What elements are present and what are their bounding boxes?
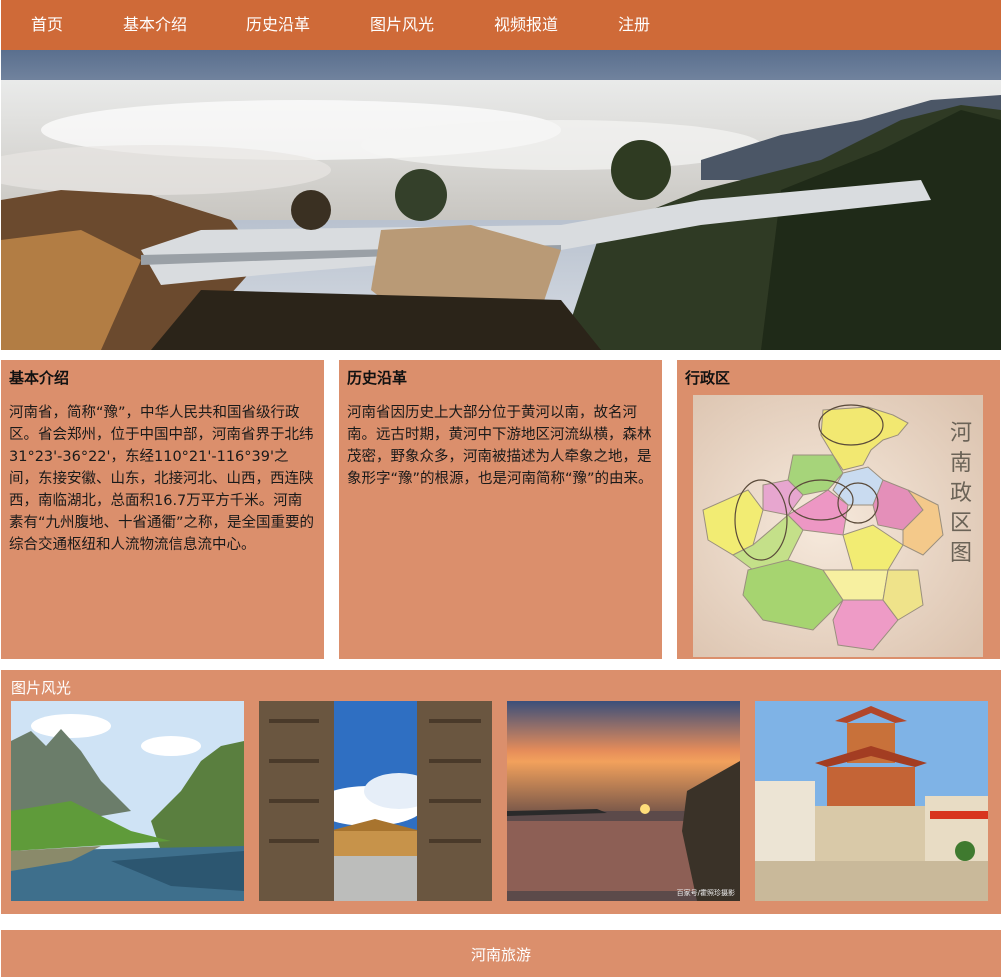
- history-panel: 历史沿革 河南省因历史上大部分位于黄河以南，故名河南。远古时期，黄河中下游地区河…: [339, 360, 662, 659]
- photo-mountain-lake[interactable]: [11, 701, 244, 901]
- nav-item-history[interactable]: 历史沿革: [246, 0, 310, 50]
- admin-title: 行政区: [685, 369, 731, 387]
- footer-text: 河南旅游: [470, 946, 531, 964]
- svg-text:河: 河: [950, 421, 972, 446]
- photo-ancient-tower[interactable]: [755, 701, 988, 901]
- svg-text:图: 图: [950, 541, 972, 566]
- history-title: 历史沿革: [347, 369, 408, 387]
- admin-panel: 行政区 河 南 政 区 图: [677, 360, 1000, 659]
- photo-watermark: 百家号/霍照珍摄影: [677, 888, 735, 897]
- history-text: 河南省因历史上大部分位于黄河以南，故名河南。远古时期，黄河中下游地区河流纵横，森…: [347, 405, 653, 487]
- svg-text:南: 南: [950, 451, 972, 476]
- nav-item-gallery[interactable]: 图片风光: [370, 0, 434, 50]
- nav-item-home[interactable]: 首页: [31, 0, 63, 50]
- intro-title: 基本介绍: [9, 369, 70, 387]
- svg-text:政: 政: [950, 481, 972, 506]
- intro-text: 河南省，简称“豫”，中华人民共和国省级行政区。省会郑州，位于中国中部，河南省界于…: [9, 405, 315, 553]
- gallery-section: 图片风光 百家号/霍照珍摄影: [1, 670, 1001, 914]
- photo-sunset-river[interactable]: 百家号/霍照珍摄影: [507, 701, 740, 901]
- top-nav: 首页 基本介绍 历史沿革 图片风光 视频报道 注册: [1, 0, 1001, 50]
- nav-item-register[interactable]: 注册: [618, 0, 650, 50]
- nav-item-video[interactable]: 视频报道: [494, 0, 558, 50]
- gallery-title: 图片风光: [11, 679, 72, 697]
- intro-panel: 基本介绍 河南省，简称“豫”，中华人民共和国省级行政区。省会郑州，位于中国中部，…: [1, 360, 324, 659]
- henan-map-image: 河 南 政 区 图: [693, 395, 983, 657]
- footer: 河南旅游: [1, 930, 1001, 977]
- hero-banner-image: [1, 50, 1001, 350]
- photo-palace-gate[interactable]: [259, 701, 492, 901]
- svg-text:区: 区: [950, 511, 972, 536]
- nav-item-intro[interactable]: 基本介绍: [123, 0, 187, 50]
